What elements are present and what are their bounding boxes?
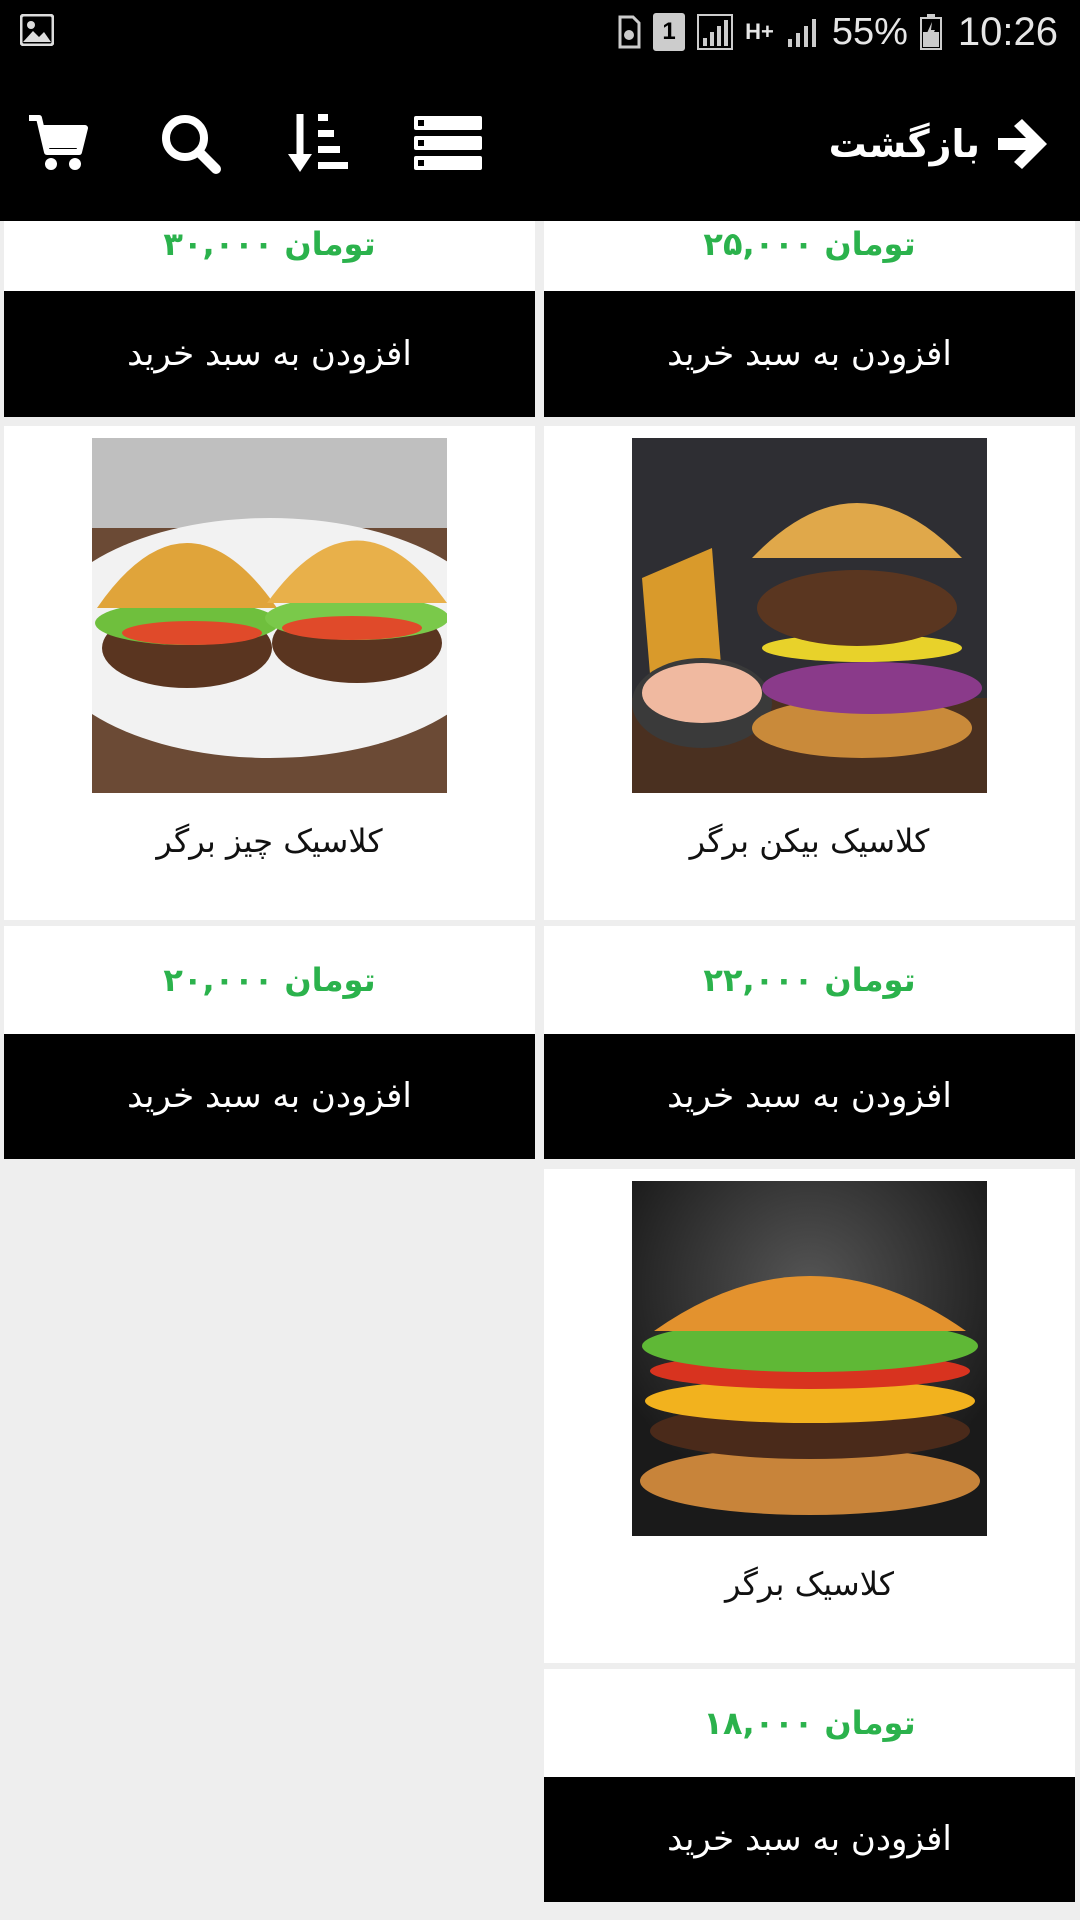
- search-icon[interactable]: [159, 112, 221, 174]
- product-price: ۲۰,۰۰۰ تومان: [4, 926, 535, 1034]
- cart-icon[interactable]: [27, 112, 89, 174]
- add-to-cart-button[interactable]: افزودن به سبد خرید: [544, 1034, 1075, 1159]
- status-bar: 1 H+ 55% 10:26: [0, 0, 1080, 64]
- sort-icon[interactable]: [288, 112, 350, 174]
- network-type: H+: [745, 19, 774, 44]
- back-button[interactable]: بازگشت: [829, 114, 1050, 174]
- add-to-cart-button[interactable]: افزودن به سبد خرید: [544, 291, 1075, 417]
- battery-percent: 55%: [831, 10, 908, 53]
- battery-icon: [919, 14, 942, 50]
- gallery-icon: [20, 14, 54, 46]
- network-icon: [787, 19, 816, 47]
- sim-slot-badge: 1: [653, 13, 686, 51]
- add-to-cart-button[interactable]: افزودن به سبد خرید: [4, 1034, 535, 1159]
- product-price: ۱۸,۰۰۰ تومان: [544, 1669, 1075, 1777]
- product-image[interactable]: [92, 438, 447, 793]
- product-card[interactable]: کلاسیک بیکن برگر: [544, 426, 1075, 920]
- product-price-partial-left: ۳۰,۰۰۰ تومان: [4, 221, 535, 291]
- product-name[interactable]: کلاسیک چیز برگر: [4, 822, 535, 860]
- product-name[interactable]: کلاسیک بیکن برگر: [544, 822, 1075, 860]
- app-toolbar: بازگشت: [0, 64, 1080, 221]
- add-to-cart-button[interactable]: افزودن به سبد خرید: [544, 1777, 1075, 1902]
- product-image[interactable]: [632, 438, 987, 793]
- product-card[interactable]: کلاسیک برگر: [544, 1169, 1075, 1663]
- signal-icon: [697, 14, 734, 50]
- arrow-right-icon: [998, 119, 1047, 169]
- clock: 10:26: [957, 9, 1058, 54]
- product-price: ۲۲,۰۰۰ تومان: [544, 926, 1075, 1034]
- back-label: بازگشت: [828, 122, 980, 166]
- product-image[interactable]: [632, 1181, 987, 1536]
- product-card[interactable]: کلاسیک چیز برگر: [4, 426, 535, 920]
- product-name[interactable]: کلاسیک برگر: [544, 1565, 1075, 1603]
- list-view-icon[interactable]: [414, 112, 482, 174]
- product-price-partial-right: ۲۵,۰۰۰ تومان: [544, 221, 1075, 291]
- sim-icon: [618, 15, 641, 49]
- add-to-cart-button[interactable]: افزودن به سبد خرید: [4, 291, 535, 417]
